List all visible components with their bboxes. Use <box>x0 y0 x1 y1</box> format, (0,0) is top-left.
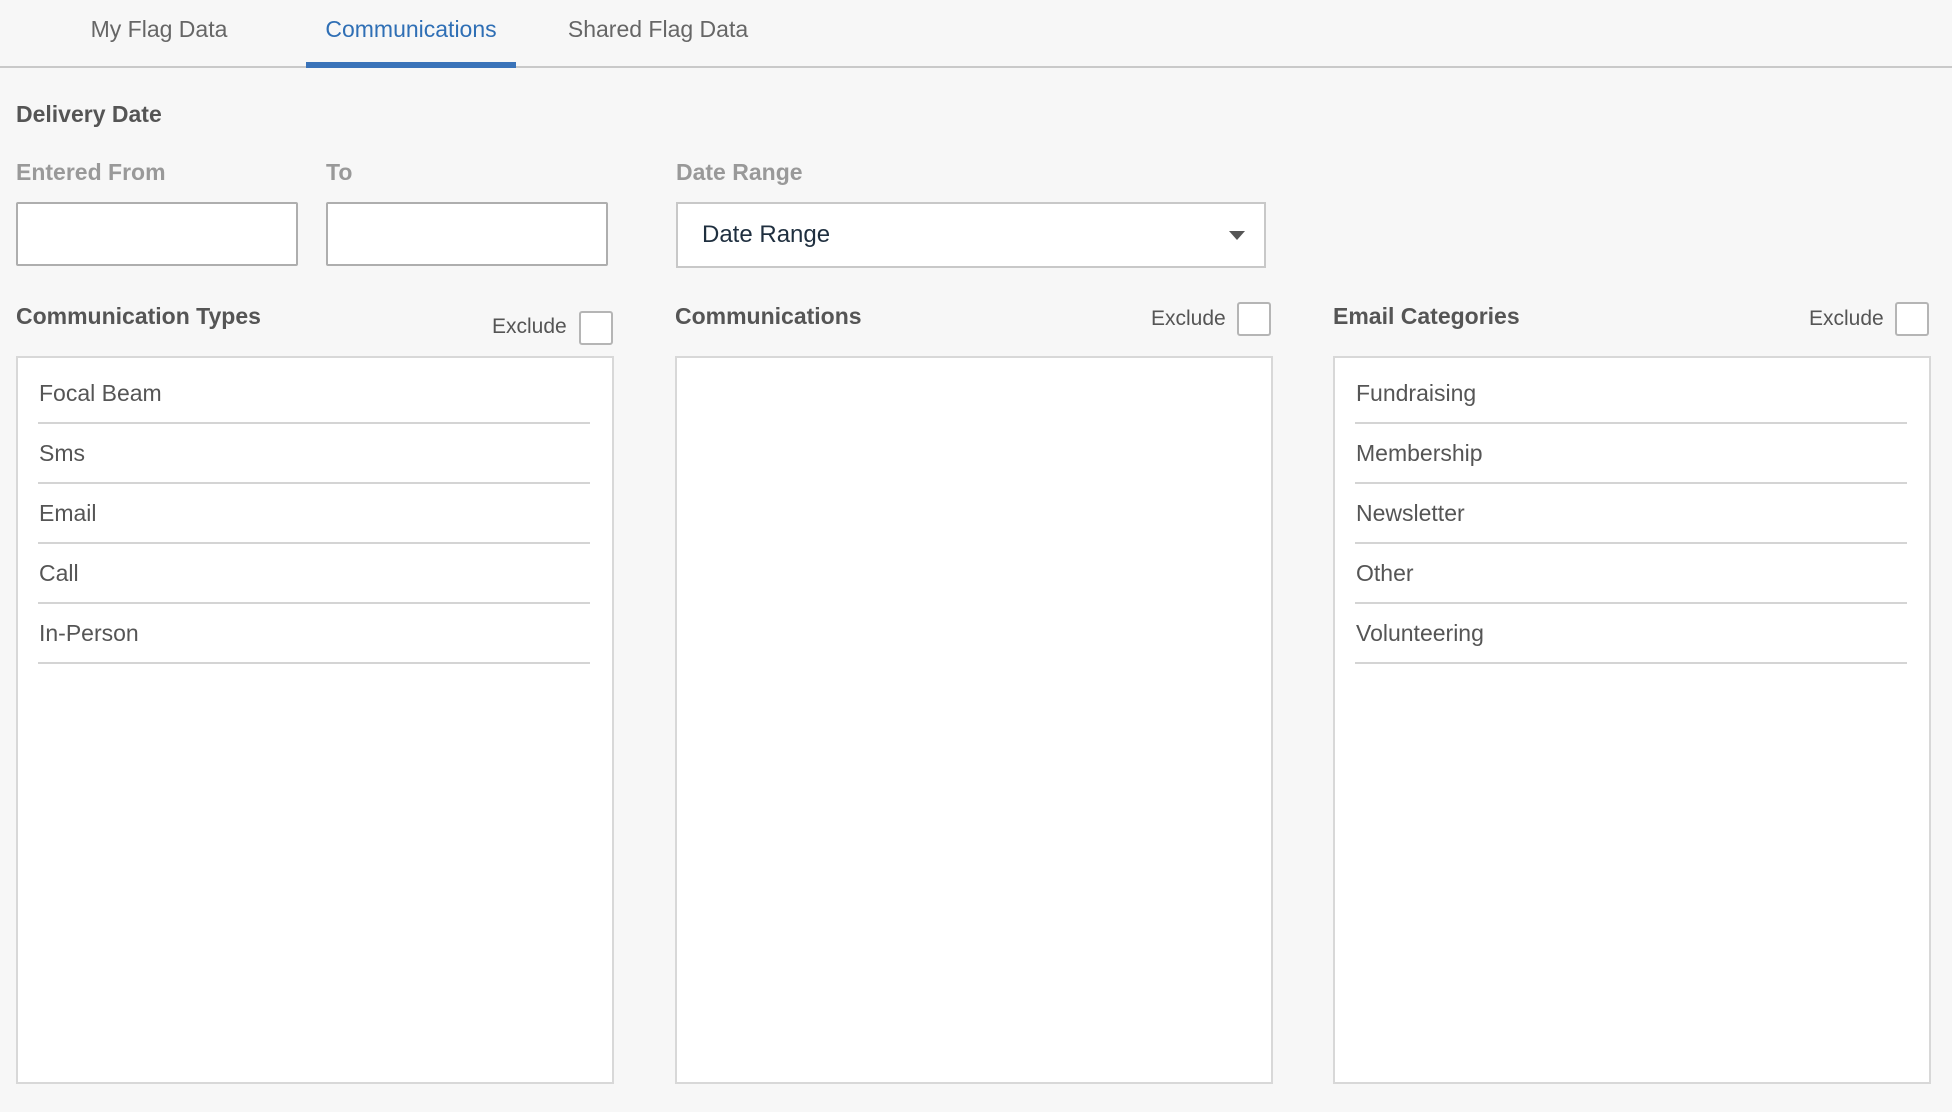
tab-shared-flag-data[interactable]: Shared Flag Data <box>554 0 762 66</box>
communication-type-item[interactable]: Focal Beam <box>38 366 590 424</box>
email-category-item[interactable]: Volunteering <box>1355 606 1907 664</box>
communication-type-item[interactable]: In-Person <box>38 606 590 664</box>
communication-type-item[interactable]: Sms <box>38 426 590 484</box>
email-categories-heading: Email Categories <box>1333 303 1520 329</box>
email-categories-exclude-label: Exclude <box>1809 307 1884 330</box>
to-input[interactable] <box>326 202 608 266</box>
email-categories-list: Fundraising Membership Newsletter Other Volu… <box>1333 356 1931 1084</box>
email-category-item[interactable]: Fundraising <box>1355 366 1907 424</box>
entered-from-input[interactable] <box>16 202 298 266</box>
communications-exclude-checkbox[interactable] <box>1237 302 1271 336</box>
date-range-select[interactable]: Date Range <box>676 202 1266 268</box>
communications-list <box>675 356 1273 1084</box>
communication-type-item[interactable]: Call <box>38 546 590 604</box>
communication-types-heading: Communication Types <box>16 303 261 329</box>
communication-type-item[interactable]: Email <box>38 486 590 544</box>
date-range-selected-value: Date Range <box>702 221 831 248</box>
communications-exclude-label: Exclude <box>1151 307 1226 330</box>
chevron-down-icon <box>1229 231 1245 240</box>
delivery-date-heading: Delivery Date <box>16 101 162 127</box>
communication-types-exclude-checkbox[interactable] <box>579 311 613 345</box>
email-categories-exclude-checkbox[interactable] <box>1895 302 1929 336</box>
tab-my-flag-data[interactable]: My Flag Data <box>78 0 240 66</box>
communications-heading: Communications <box>675 303 862 329</box>
to-label: To <box>326 159 353 185</box>
email-category-item[interactable]: Membership <box>1355 426 1907 484</box>
date-range-label: Date Range <box>676 159 803 185</box>
entered-from-label: Entered From <box>16 159 166 185</box>
email-category-item[interactable]: Newsletter <box>1355 486 1907 544</box>
tab-bar: My Flag Data Communications Shared Flag … <box>0 0 1952 68</box>
communication-types-list: Focal Beam Sms Email Call In-Person <box>16 356 614 1084</box>
tab-communications[interactable]: Communications <box>306 0 516 68</box>
communication-types-exclude-label: Exclude <box>492 315 567 338</box>
email-category-item[interactable]: Other <box>1355 546 1907 604</box>
